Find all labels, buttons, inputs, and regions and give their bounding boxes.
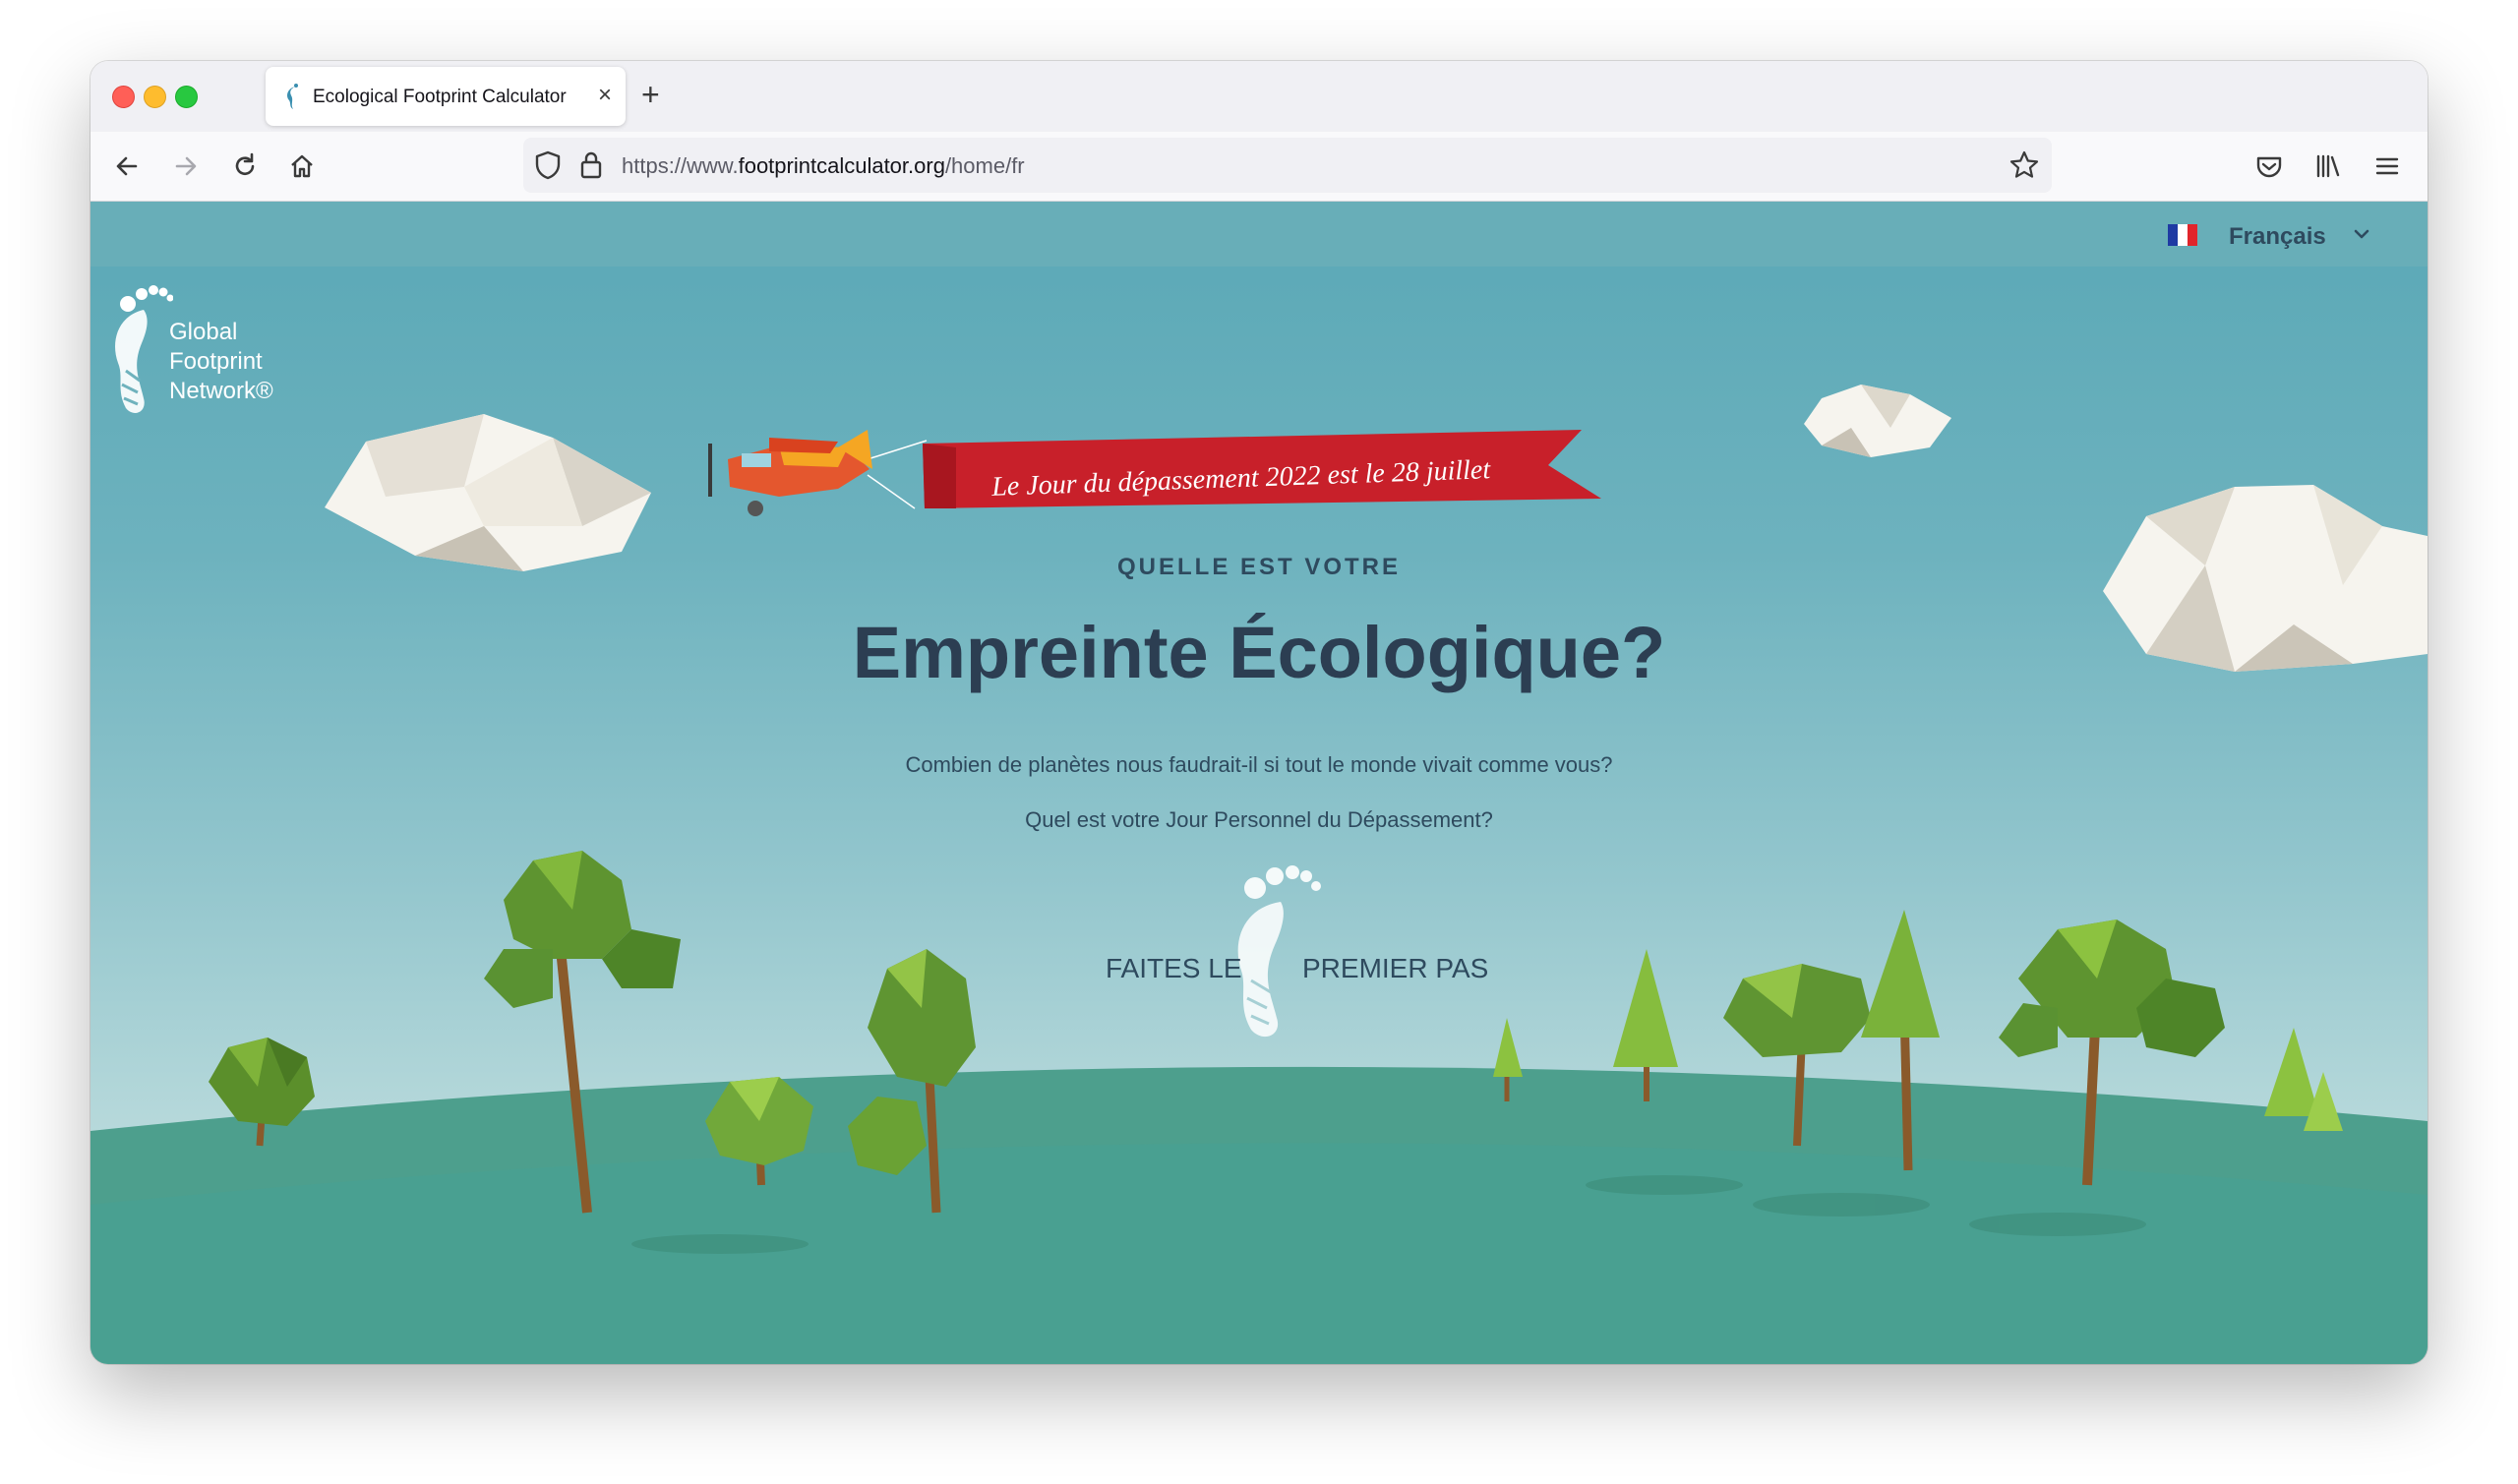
navigation-toolbar: https://www.footprintcalculator.org/home…: [90, 132, 2428, 202]
reload-icon[interactable]: [228, 149, 262, 183]
logo-wordmark: Global Footprint Network®: [169, 318, 273, 406]
star-icon[interactable]: [2008, 149, 2040, 181]
cta-text-right: PREMIER PAS: [1302, 953, 1489, 983]
forward-arrow-icon[interactable]: [169, 149, 203, 183]
banner-ribbon: Le Jour du dépassement 2022 est le 28 ju…: [923, 430, 1601, 508]
tab-bar: Ecological Footprint Calculator × +: [90, 61, 2428, 132]
back-arrow-icon[interactable]: [110, 149, 144, 183]
cta-text-left: FAITES LE: [1106, 953, 1242, 983]
cloud-small: [1804, 385, 1951, 457]
chevron-down-icon: [2354, 229, 2369, 239]
hero-question-overshoot: Quel est votre Jour Personnel du Dépasse…: [1025, 807, 1493, 832]
pocket-icon[interactable]: [2252, 149, 2286, 183]
home-icon[interactable]: [285, 149, 319, 183]
shield-icon[interactable]: [533, 149, 563, 181]
landscape-scene: Le Jour du dépassement 2022 est le 28 ju…: [90, 385, 2428, 1364]
hero-subtitle: QUELLE EST VOTRE: [1116, 554, 1402, 580]
new-tab-button[interactable]: +: [641, 77, 660, 112]
lock-icon[interactable]: [578, 149, 604, 181]
page-content: Le Jour du dépassement 2022 est le 28 ju…: [90, 202, 2428, 1364]
page-title: Empreinte Écologique?: [852, 612, 1666, 693]
cloud-left: [325, 414, 651, 571]
tab-footprint-calculator[interactable]: Ecological Footprint Calculator ×: [266, 67, 626, 126]
url-text: https://www.footprintcalculator.org/home…: [622, 153, 1025, 178]
minimize-window-button[interactable]: [144, 86, 166, 108]
airplane-icon: [708, 430, 928, 516]
logo-line-1: Global: [169, 319, 238, 345]
hero-question-planets: Combien de planètes nous faudrait-il si …: [905, 752, 1613, 777]
language-bar: Français: [90, 202, 2428, 267]
french-flag-icon: [2168, 224, 2197, 246]
take-first-step-button[interactable]: FAITES LE PREMIER PAS: [1074, 857, 1527, 1043]
language-label: Français: [2229, 223, 2326, 250]
address-bar[interactable]: https://www.footprintcalculator.org/home…: [523, 138, 2052, 193]
library-icon[interactable]: [2311, 149, 2345, 183]
language-selector[interactable]: Français: [2168, 221, 2374, 251]
browser-window: Ecological Footprint Calculator × + http…: [90, 61, 2428, 1364]
logo-line-2: Footprint: [169, 348, 263, 375]
close-tab-icon[interactable]: ×: [598, 81, 612, 110]
footprint-favicon-icon: [287, 84, 298, 109]
hamburger-menu-icon[interactable]: [2370, 149, 2404, 183]
footprint-logo-icon[interactable]: [104, 282, 173, 420]
tab-title: Ecological Footprint Calculator: [313, 87, 567, 107]
logo-line-3: Network®: [169, 378, 273, 404]
close-window-button[interactable]: [112, 86, 135, 108]
zoom-window-button[interactable]: [175, 86, 198, 108]
